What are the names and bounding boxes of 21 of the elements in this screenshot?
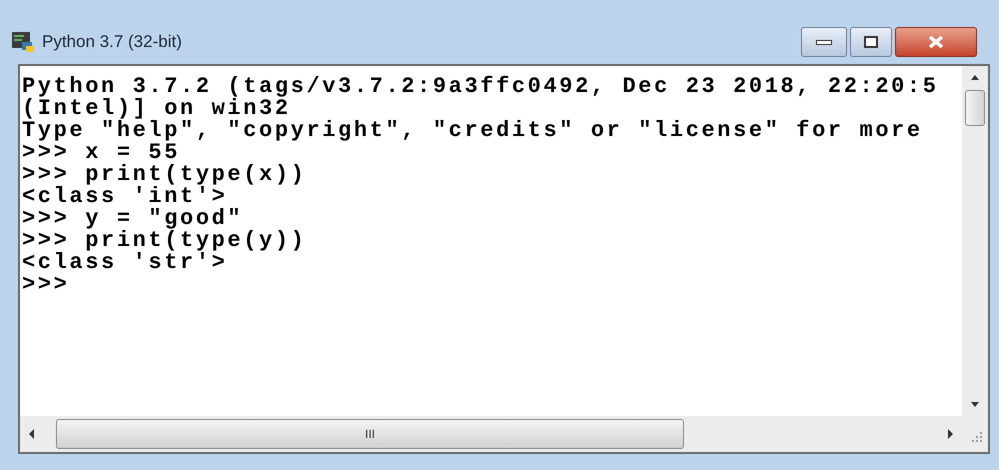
maximize-button[interactable] (850, 27, 892, 57)
console-line: Python 3.7.2 (tags/v3.7.2:9a3ffc0492, Dec 23 2018, 22:20:5 (22, 76, 939, 98)
console-line: >>> print(type(y)) (22, 230, 306, 252)
horizontal-scroll-thumb[interactable]: III (56, 419, 684, 449)
console-line: <class 'int'> (22, 186, 228, 208)
console-line: (Intel)] on win32 (22, 98, 291, 120)
python-app-icon (12, 32, 34, 52)
maximize-icon (864, 36, 878, 48)
minimize-icon (816, 40, 832, 44)
grip-mark: III (364, 428, 375, 440)
console-line: >>> print(type(x)) (22, 164, 306, 186)
console-line: >>> (22, 274, 70, 296)
console-line: >>> x = 55 (22, 142, 180, 164)
console-line: >>> y = "good" (22, 208, 244, 230)
console-line: Type "help", "copyright", "credits" or "license" for more (22, 120, 923, 142)
scroll-thumb[interactable] (965, 90, 985, 126)
close-button[interactable] (895, 27, 977, 57)
console-line: <class 'str'> (22, 252, 228, 274)
minimize-button[interactable] (801, 27, 847, 57)
window-title: Python 3.7 (32-bit) (42, 31, 182, 54)
close-icon (927, 35, 945, 49)
